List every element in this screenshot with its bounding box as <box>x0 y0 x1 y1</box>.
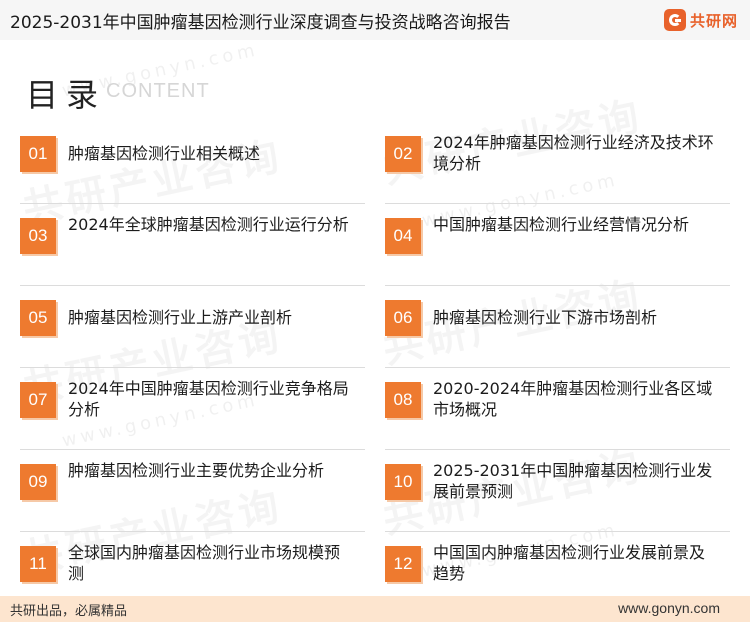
toc-item-number: 07 <box>20 382 56 418</box>
toc-item-06[interactable]: 06 肿瘤基因检测行业下游市场剖析 <box>385 286 730 368</box>
toc-item-05[interactable]: 05 肿瘤基因检测行业上游产业剖析 <box>20 286 365 368</box>
toc-item-label: 2025-2031年中国肿瘤基因检测行业发展前景预测 <box>433 461 713 501</box>
report-footer: 共研出品，必属精品 www.gonyn.com <box>0 596 750 622</box>
toc-item-number: 05 <box>20 300 56 336</box>
toc-item-10[interactable]: 10 2025-2031年中国肿瘤基因检测行业发展前景预测 <box>385 450 730 532</box>
toc-item-number: 01 <box>20 136 56 172</box>
toc-item-03[interactable]: 03 2024年全球肿瘤基因检测行业运行分析 <box>20 204 365 286</box>
toc-item-number: 02 <box>385 136 421 172</box>
toc-item-number: 10 <box>385 464 421 500</box>
brand-g-icon <box>663 9 686 31</box>
toc-item-04[interactable]: 04 中国肿瘤基因检测行业经营情况分析 <box>385 204 730 286</box>
toc-item-label: 全球国内肿瘤基因检测行业市场规模预测 <box>68 543 341 583</box>
toc-item-number: 08 <box>385 382 421 418</box>
report-title: 2025-2031年中国肿瘤基因检测行业深度调查与投资战略咨询报告 <box>10 13 511 33</box>
toc-item-label: 肿瘤基因检测行业主要优势企业分析 <box>68 461 325 480</box>
toc-item-02[interactable]: 02 2024年肿瘤基因检测行业经济及技术环境分析 <box>385 122 730 204</box>
toc-item-label: 肿瘤基因检测行业上游产业剖析 <box>68 308 293 327</box>
report-header: 2025-2031年中国肿瘤基因检测行业深度调查与投资战略咨询报告 共研网 <box>0 0 750 40</box>
toc-title: 目录 <box>26 76 107 114</box>
toc-item-label: 2020-2024年肿瘤基因检测行业各区域市场概况 <box>433 379 713 419</box>
footer-slogan: 共研出品，必属精品 <box>10 604 128 619</box>
toc-item-07[interactable]: 07 2024年中国肿瘤基因检测行业竞争格局分析 <box>20 368 365 450</box>
toc-item-number: 09 <box>20 464 56 500</box>
toc-item-label: 2024年全球肿瘤基因检测行业运行分析 <box>68 215 349 234</box>
toc-item-number: 06 <box>385 300 421 336</box>
toc-item-label: 2024年中国肿瘤基因检测行业竞争格局分析 <box>68 379 349 419</box>
toc-item-08[interactable]: 08 2020-2024年肿瘤基因检测行业各区域市场概况 <box>385 368 730 450</box>
toc-item-label: 肿瘤基因检测行业下游市场剖析 <box>433 308 658 327</box>
toc-item-number: 11 <box>20 546 56 582</box>
toc-item-01[interactable]: 01 肿瘤基因检测行业相关概述 <box>20 122 365 204</box>
toc-item-09[interactable]: 09 肿瘤基因检测行业主要优势企业分析 <box>20 450 365 532</box>
toc-item-number: 12 <box>385 546 421 582</box>
toc-item-label: 2024年肿瘤基因检测行业经济及技术环境分析 <box>433 133 714 173</box>
brand-logo[interactable]: 共研网 <box>663 8 738 32</box>
toc-item-number: 04 <box>385 218 421 254</box>
toc-item-label: 中国肿瘤基因检测行业经营情况分析 <box>433 215 690 234</box>
brand-name: 共研网 <box>689 11 738 30</box>
toc-item-label: 中国国内肿瘤基因检测行业发展前景及趋势 <box>433 543 706 583</box>
toc-item-number: 03 <box>20 218 56 254</box>
footer-url[interactable]: www.gonyn.com <box>618 600 720 616</box>
toc-item-label: 肿瘤基因检测行业相关概述 <box>68 144 261 163</box>
toc-subtitle: CONTENT <box>106 80 210 102</box>
